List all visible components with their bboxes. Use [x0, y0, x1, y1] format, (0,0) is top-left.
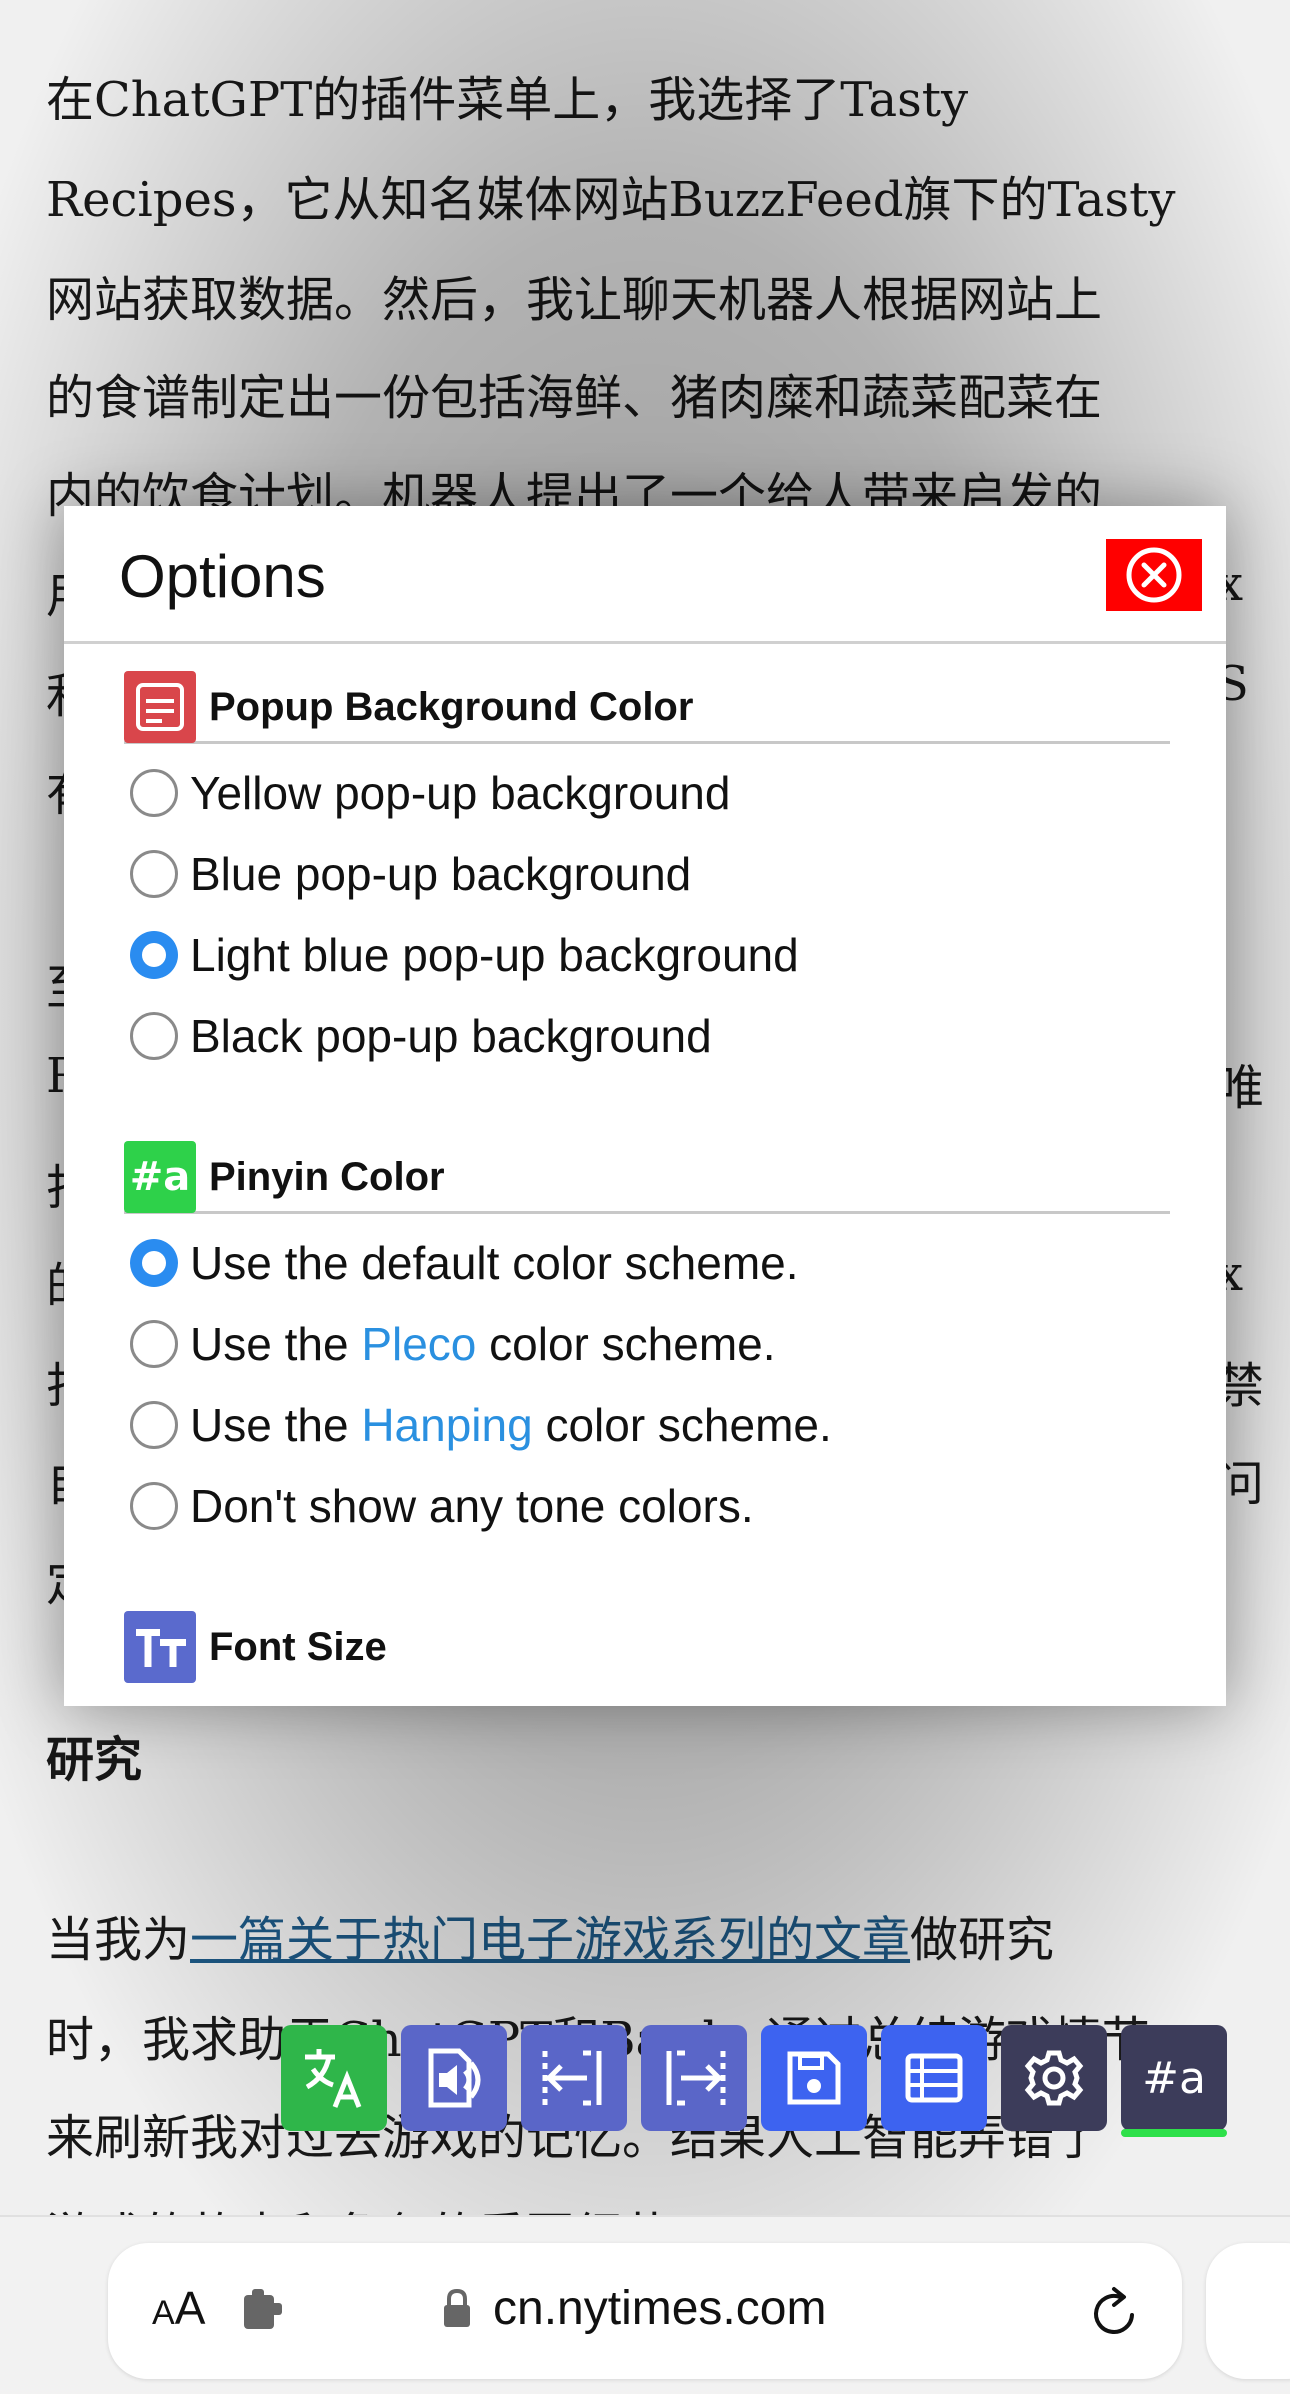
aa-small: A [152, 2294, 175, 2332]
section-pinyin-color: #a Pinyin Color Use the default color sc… [124, 1141, 1170, 1546]
option-label: Blue pop-up background [190, 847, 692, 900]
option-default-color-scheme[interactable]: Use the default color scheme. [124, 1222, 1170, 1303]
options-title: Options [119, 543, 326, 610]
pinyin-icon: #a [124, 1141, 196, 1213]
option-pleco-color-scheme[interactable]: Use the Pleco color scheme. [124, 1303, 1170, 1384]
section-label: Pinyin Color [209, 1155, 445, 1199]
reader-toolbar: #a [281, 2025, 1227, 2137]
reader-text-size-button[interactable]: AA [152, 2281, 205, 2335]
next-icon [666, 2050, 726, 2106]
radio-button[interactable] [130, 1400, 178, 1449]
section-header: Font Size [124, 1611, 1170, 1684]
article-line: 在ChatGPT的插件菜单上，我选择了Tasty [46, 72, 969, 128]
settings-button[interactable] [1001, 2025, 1107, 2131]
option-prefix: Use the [190, 1398, 362, 1451]
save-icon [787, 2051, 841, 2105]
address-bar[interactable]: AA cn.nytimes.com [108, 2243, 1182, 2379]
save-button[interactable] [761, 2025, 867, 2131]
section-label: Font Size [209, 1625, 387, 1669]
radio-button[interactable] [130, 1319, 178, 1368]
speak-button[interactable] [401, 2025, 507, 2131]
pleco-link[interactable]: Pleco [361, 1318, 476, 1370]
tabs-button[interactable] [1206, 2243, 1290, 2379]
option-label: Yellow pop-up background [190, 766, 731, 819]
extension-icon[interactable] [240, 2287, 296, 2335]
pinyin-toggle-icon: #a [1142, 2052, 1206, 2104]
list-icon [905, 2053, 963, 2103]
hanping-link[interactable]: Hanping [361, 1399, 532, 1451]
close-button[interactable] [1106, 539, 1202, 611]
radio-button[interactable] [130, 1011, 178, 1060]
browser-bottom-bar: AA cn.nytimes.com [0, 2215, 1290, 2394]
article-link[interactable]: 一篇关于热门电子游戏系列的文章 [190, 1912, 910, 1968]
option-label: Don't show any tone colors. [190, 1479, 754, 1532]
list-button[interactable] [881, 2025, 987, 2131]
article-text: 做研究 [910, 1912, 1055, 1968]
option-label: Black pop-up background [190, 1009, 712, 1062]
url-text: cn.nytimes.com [493, 2282, 827, 2335]
option-hanping-color-scheme[interactable]: Use the Hanping color scheme. [124, 1384, 1170, 1465]
option-label: Use the default color scheme. [190, 1236, 799, 1289]
popup-color-icon [124, 671, 196, 743]
option-label: Use the Pleco color scheme. [190, 1317, 776, 1371]
article-line: 的食谱制定出一份包括海鲜、猪肉糜和蔬菜配菜在 [46, 370, 1103, 426]
option-label: Light blue pop-up background [190, 928, 799, 981]
option-no-tone-colors[interactable]: Don't show any tone colors. [124, 1465, 1170, 1546]
speak-icon [428, 2048, 481, 2108]
section-label: Popup Background Color [209, 685, 694, 729]
radio-button-selected[interactable] [130, 1238, 178, 1287]
close-circle-icon [1126, 547, 1182, 603]
reload-icon[interactable] [1088, 2281, 1144, 2341]
next-button[interactable] [641, 2025, 747, 2131]
active-indicator [1121, 2129, 1227, 2137]
option-yellow-background[interactable]: Yellow pop-up background [124, 752, 1170, 833]
aa-big: A [174, 2282, 206, 2334]
article-line: Recipes，它从知名媒体网站BuzzFeed旗下的Tasty [46, 172, 1176, 228]
radio-button[interactable] [130, 768, 178, 817]
option-suffix: color scheme. [532, 1398, 832, 1451]
article-line: 网站获取数据。然后，我让聊天机器人根据网站上 [46, 272, 1103, 328]
settings-icon [1024, 2050, 1084, 2106]
article-line: 当我为一篇关于热门电子游戏系列的文章做研究 [46, 1900, 1054, 1970]
pinyin-glyph: #a [129, 1154, 191, 1200]
font-size-icon [124, 1611, 196, 1683]
section-font-size: Font Size [124, 1611, 1170, 1684]
section-heading: 研究 [46, 1732, 143, 1788]
option-prefix: Use the [190, 1317, 362, 1370]
option-black-background[interactable]: Black pop-up background [124, 995, 1170, 1076]
lock-icon [444, 2288, 470, 2327]
option-label: Use the Hanping color scheme. [190, 1398, 832, 1452]
prev-icon [542, 2050, 602, 2106]
section-header: Popup Background Color [124, 671, 1170, 744]
pinyin-toggle-button[interactable]: #a [1121, 2025, 1227, 2137]
article-text: 当我为 [46, 1912, 191, 1968]
radio-button[interactable] [130, 849, 178, 898]
option-blue-background[interactable]: Blue pop-up background [124, 833, 1170, 914]
option-suffix: color scheme. [476, 1317, 776, 1370]
translate-button[interactable] [281, 2025, 387, 2131]
previous-button[interactable] [521, 2025, 627, 2131]
radio-button-selected[interactable] [130, 930, 178, 979]
radio-button[interactable] [130, 1481, 178, 1530]
option-light-blue-background[interactable]: Light blue pop-up background [124, 914, 1170, 995]
options-header: Options [64, 506, 1226, 644]
translate-icon [305, 2049, 362, 2108]
section-popup-background: Popup Background Color Yellow pop-up bac… [124, 671, 1170, 1076]
section-header: #a Pinyin Color [124, 1141, 1170, 1214]
options-panel: Options Popup Background Color Yellow po… [64, 506, 1226, 1706]
